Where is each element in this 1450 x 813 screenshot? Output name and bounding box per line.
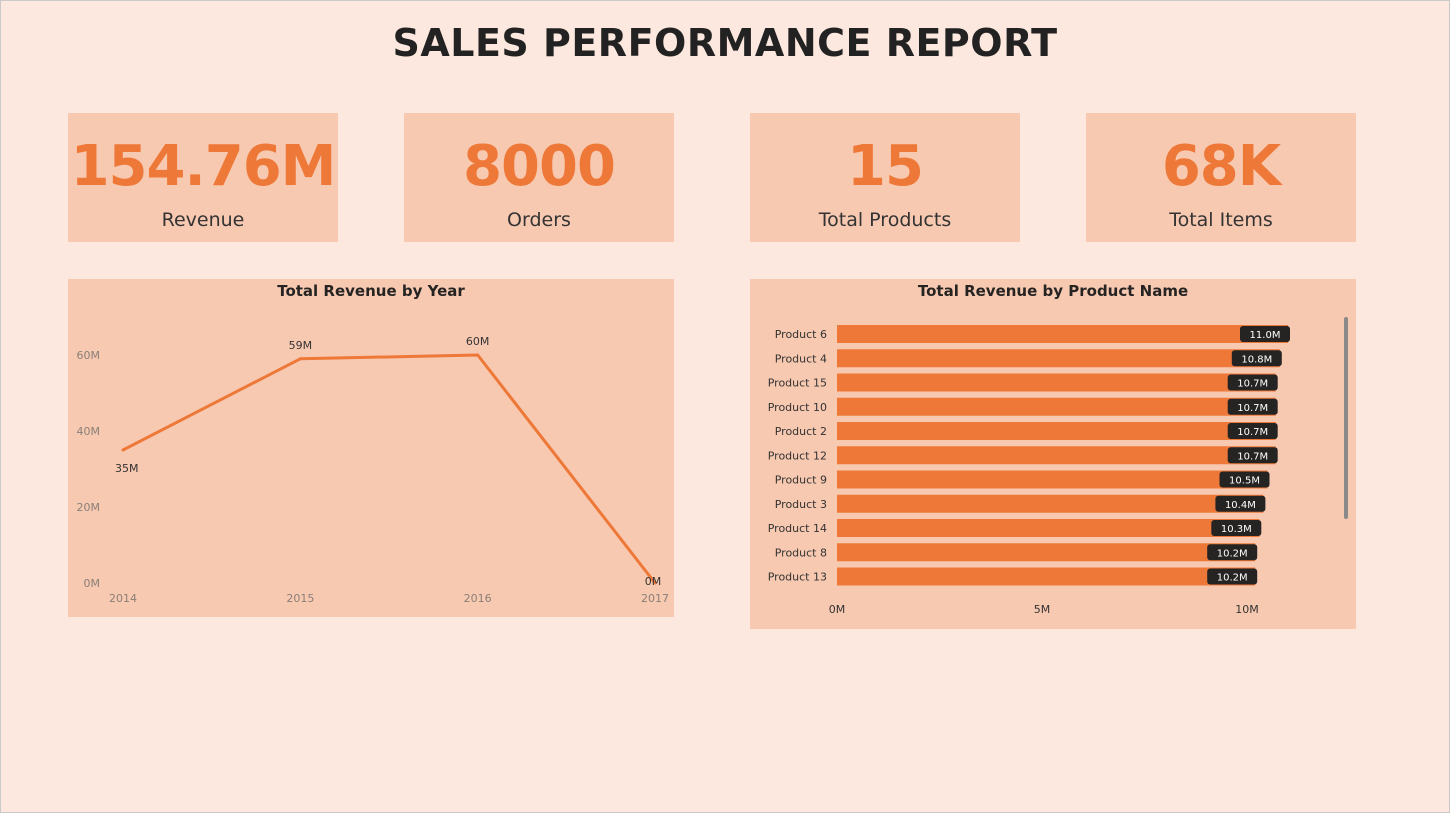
report-title: SALES PERFORMANCE REPORT bbox=[392, 21, 1058, 65]
data-label: 11.0M bbox=[1250, 330, 1281, 341]
bar[interactable] bbox=[837, 422, 1276, 440]
category-label: Product 15 bbox=[768, 377, 827, 390]
kpi-card-total-products[interactable]: 15 Total Products bbox=[750, 113, 1020, 242]
bar[interactable] bbox=[837, 567, 1256, 586]
revenue-line[interactable] bbox=[122, 353, 657, 584]
x-tick-label: 2015 bbox=[286, 592, 314, 605]
y-tick-label: 0M bbox=[84, 577, 101, 590]
line-chart-svg: 0M 20M 40M 60M 2014 2015 2016 2017 35M 59M 60M 0M bbox=[77, 335, 670, 605]
data-label: 35M bbox=[115, 462, 139, 475]
x-tick-label: 10M bbox=[1235, 603, 1259, 616]
data-label: 10.3M bbox=[1221, 524, 1252, 535]
report-canvas: SALES PERFORMANCE REPORT 154.76M Revenue… bbox=[0, 0, 1450, 813]
bar[interactable] bbox=[837, 470, 1268, 489]
scrollbar[interactable] bbox=[1344, 317, 1348, 519]
kpi-card-revenue[interactable]: 154.76M Revenue bbox=[68, 113, 338, 242]
data-label: 10.5M bbox=[1229, 476, 1260, 487]
kpi-label: Orders bbox=[507, 209, 571, 231]
category-label: Product 6 bbox=[775, 328, 827, 341]
category-label: Product 14 bbox=[768, 522, 827, 535]
bar[interactable] bbox=[837, 349, 1280, 368]
category-label: Product 4 bbox=[775, 352, 827, 365]
kpi-value: 154.76M bbox=[70, 134, 337, 199]
bar[interactable] bbox=[837, 373, 1276, 392]
x-tick-label: 0M bbox=[829, 603, 846, 616]
data-label: 10.7M bbox=[1237, 379, 1268, 390]
kpi-card-orders[interactable]: 8000 Orders bbox=[404, 113, 674, 242]
bar-chart-svg: Product 6 11.0M Product 4 10.8M Product 15 10… bbox=[768, 317, 1348, 616]
data-label: 60M bbox=[466, 335, 490, 348]
data-label: 10.7M bbox=[1237, 451, 1268, 462]
data-point[interactable] bbox=[476, 353, 480, 357]
y-tick-label: 60M bbox=[77, 349, 101, 362]
category-label: Product 8 bbox=[775, 546, 827, 559]
category-label: Product 13 bbox=[768, 571, 827, 584]
data-label: 10.2M bbox=[1217, 573, 1248, 584]
bar[interactable] bbox=[837, 494, 1264, 513]
data-point[interactable] bbox=[298, 357, 302, 361]
category-label: Product 9 bbox=[775, 474, 827, 487]
data-label: 10.7M bbox=[1237, 403, 1268, 414]
kpi-label: Revenue bbox=[161, 209, 245, 231]
kpi-card-total-items[interactable]: 68K Total Items bbox=[1086, 113, 1356, 242]
bar[interactable] bbox=[837, 543, 1256, 562]
bar[interactable] bbox=[837, 397, 1276, 416]
bar[interactable] bbox=[837, 446, 1276, 465]
x-tick-label: 5M bbox=[1034, 603, 1051, 616]
kpi-label: Total Products bbox=[818, 209, 952, 231]
data-label: 10.8M bbox=[1241, 354, 1272, 365]
data-label: 10.7M bbox=[1237, 427, 1268, 438]
kpi-label: Total Items bbox=[1169, 209, 1273, 231]
bar-chart-panel[interactable]: Total Revenue by Product Name Product 61… bbox=[750, 279, 1356, 629]
category-label: Product 12 bbox=[768, 449, 827, 462]
category-label: Product 2 bbox=[775, 425, 827, 438]
kpi-value: 15 bbox=[847, 134, 924, 199]
kpi-value: 68K bbox=[1161, 134, 1281, 199]
category-label: Product 3 bbox=[775, 498, 827, 511]
bar[interactable] bbox=[837, 325, 1288, 343]
category-label: Product 10 bbox=[768, 401, 827, 414]
x-tick-label: 2014 bbox=[109, 592, 137, 605]
data-label: 10.2M bbox=[1217, 548, 1248, 559]
data-point[interactable] bbox=[121, 448, 125, 452]
x-tick-label: 2016 bbox=[464, 592, 492, 605]
y-tick-label: 40M bbox=[77, 425, 101, 438]
bar[interactable] bbox=[837, 519, 1260, 537]
data-label: 59M bbox=[289, 339, 313, 352]
line-chart-panel[interactable]: Total Revenue by Year 0M 20M 40M 60M 2014 201… bbox=[68, 279, 674, 617]
y-tick-label: 20M bbox=[77, 501, 101, 514]
data-label: 0M bbox=[645, 575, 662, 588]
x-tick-label: 2017 bbox=[641, 592, 669, 605]
data-label: 10.4M bbox=[1225, 500, 1256, 511]
kpi-value: 8000 bbox=[463, 134, 616, 199]
